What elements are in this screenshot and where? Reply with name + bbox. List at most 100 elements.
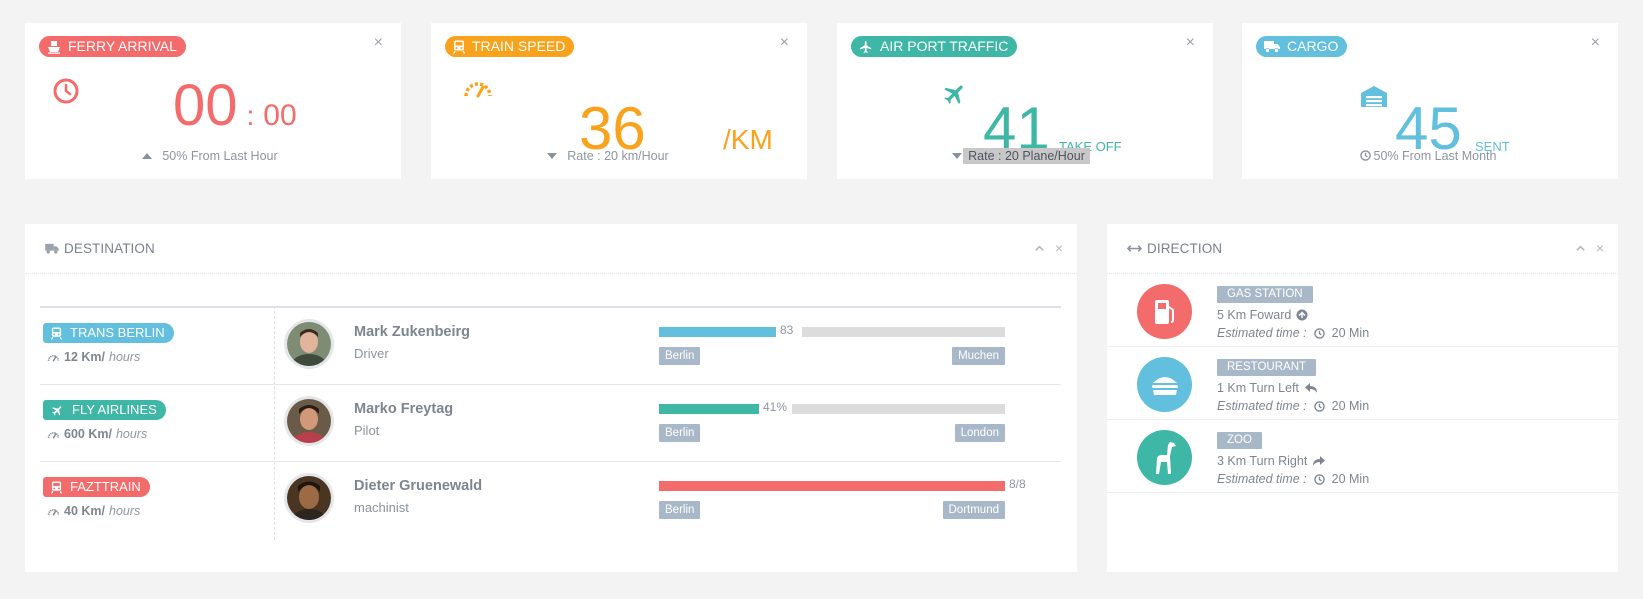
plane-icon <box>860 40 872 53</box>
table-row: TRANS BERLIN 12 Km/hours Mark Zukenbeirg Dr… <box>40 308 1061 385</box>
destination-title: DESTINATION <box>64 241 155 256</box>
direction-icon-circle <box>1137 357 1192 412</box>
estimated-time-label: Estimated time : <box>1217 326 1307 340</box>
air-footer: Rate : 20 Plane/Hour <box>837 148 1213 164</box>
avatar <box>284 473 334 523</box>
destination-badge: London <box>954 424 1005 442</box>
route-label: FLY AIRLINES <box>43 400 166 420</box>
person-role: Pilot <box>354 423 380 438</box>
panel-header: DIRECTION × <box>1107 224 1618 274</box>
arrow-down-icon <box>952 153 963 159</box>
close-button[interactable]: × <box>1055 241 1063 255</box>
direction-description: 5 Km Foward <box>1217 308 1308 322</box>
panel-controls: × <box>1034 241 1063 255</box>
ferry-hours: 00 <box>173 73 238 138</box>
train-icon <box>51 481 62 494</box>
panel-title: DIRECTION <box>1127 241 1222 256</box>
speedometer-icon <box>47 431 60 438</box>
route-label-text: FLY AIRLINES <box>72 402 157 417</box>
origin-badge: Berlin <box>659 347 701 365</box>
progress-bar-fill <box>659 327 776 337</box>
warehouse-icon <box>1361 86 1387 107</box>
speed-value: 12 Km/ <box>64 350 105 364</box>
direction-item: ZOO 3 Km Turn Right Estimated time : 20 Min <box>1107 420 1618 493</box>
progress-value: 8/8 <box>1009 477 1026 491</box>
clock-icon <box>1313 327 1325 339</box>
estimated-time-label: Estimated time : <box>1217 399 1307 413</box>
progress-value: 41% <box>763 400 788 414</box>
close-button[interactable]: × <box>780 35 789 51</box>
train-speed-label: TRAIN SPEED <box>472 38 566 54</box>
speed-value: 600 Km/ <box>64 427 112 441</box>
direction-item: RESTOURANT 1 Km Turn Left Estimated time :… <box>1107 347 1618 420</box>
air-traffic-label: AIR PORT TRAFFIC <box>880 38 1009 54</box>
ship-icon <box>48 40 60 54</box>
estimated-time: Estimated time : 20 Min <box>1217 399 1369 413</box>
estimated-time: Estimated time : 20 Min <box>1217 326 1369 340</box>
direction-panel: DIRECTION × GAS STATION 5 Km Foward Estima… <box>1107 224 1618 572</box>
destination-badge: Muchen <box>952 347 1005 365</box>
direction-description: 1 Km Turn Left <box>1217 381 1318 395</box>
truck-icon <box>1264 41 1280 53</box>
speed-unit: hours <box>115 427 148 441</box>
estimated-time: Estimated time : 20 Min <box>1217 472 1369 486</box>
clock-icon <box>1313 473 1325 485</box>
estimated-time-value: 20 Min <box>1331 326 1370 340</box>
train-speed-card: TRAIN SPEED × 36 /KM Rate : 20 km/Hour <box>431 23 807 179</box>
route-label: TRANS BERLIN <box>43 323 174 343</box>
air-traffic-card: AIR PORT TRAFFIC × 41 TAKE OFF Rate : 20… <box>837 23 1213 179</box>
direction-description: 3 Km Turn Right <box>1217 454 1326 468</box>
direction-icon-circle <box>1137 430 1192 485</box>
speed-readout: 600 Km/hours <box>47 427 147 441</box>
route-label-text: TRANS BERLIN <box>70 325 165 340</box>
close-button[interactable]: × <box>374 35 383 51</box>
progress-value: 83 <box>780 323 794 337</box>
cargo-card: CARGO × 45 SENT 50% From Last Month <box>1242 23 1618 179</box>
ferry-footer-text: 50% From Last Hour <box>162 149 278 163</box>
ferry-separator: : <box>246 100 255 131</box>
cargo-footer: 50% From Last Month <box>1242 149 1618 163</box>
direction-tag: ZOO <box>1217 432 1262 449</box>
speedometer-icon <box>47 354 60 361</box>
person-name: Marko Freytag <box>354 401 454 417</box>
ferry-footer: 50% From Last Hour <box>25 149 401 163</box>
panel-header: DESTINATION × <box>25 224 1077 274</box>
panel-title: DESTINATION <box>45 241 155 256</box>
ferry-arrival-pill: FERRY ARRIVAL <box>39 36 186 57</box>
plane-large-icon <box>944 85 963 104</box>
estimated-time-value: 20 Min <box>1331 472 1370 486</box>
direction-tag: GAS STATION <box>1217 286 1313 303</box>
ferry-minutes: 00 <box>263 99 297 132</box>
person-name: Dieter Gruenewald <box>354 478 483 494</box>
progress-bar-fill <box>659 481 1005 491</box>
ferry-arrival-card: FERRY ARRIVAL × 00 : 00 50% From Last Ho… <box>25 23 401 179</box>
collapse-icon[interactable] <box>1034 243 1045 254</box>
train-icon <box>453 40 465 54</box>
close-button[interactable]: × <box>1596 241 1604 255</box>
table-row: FAZTTRAIN 40 Km/hours Dieter Gruenewald mac… <box>40 462 1061 539</box>
direction-tag: RESTOURANT <box>1217 359 1317 376</box>
estimated-time-value: 20 Min <box>1331 399 1370 413</box>
speedometer-icon <box>464 82 492 98</box>
close-button[interactable]: × <box>1591 35 1600 51</box>
person-name: Mark Zukenbeirg <box>354 324 471 340</box>
air-footer-text: Rate : 20 Plane/Hour <box>963 148 1090 164</box>
estimated-time-label: Estimated time : <box>1217 472 1307 486</box>
collapse-icon[interactable] <box>1575 243 1586 254</box>
speedometer-icon <box>47 508 60 515</box>
person-role: Driver <box>354 346 389 361</box>
cargo-pill: CARGO <box>1256 36 1348 57</box>
progress-bar-track <box>802 327 1005 337</box>
train-footer: Rate : 20 km/Hour <box>431 149 807 163</box>
ferry-arrival-label: FERRY ARRIVAL <box>68 38 177 54</box>
origin-badge: Berlin <box>659 501 701 519</box>
speed-unit: hours <box>109 350 141 364</box>
clock-icon <box>1313 400 1325 412</box>
destination-badge: Dortmund <box>942 501 1005 519</box>
cargo-label: CARGO <box>1287 38 1339 54</box>
close-button[interactable]: × <box>1186 35 1195 51</box>
direction-description-text: 5 Km Foward <box>1217 308 1292 322</box>
turn-left-icon <box>1304 383 1317 393</box>
direction-title: DIRECTION <box>1147 241 1223 256</box>
person-role: machinist <box>354 500 409 515</box>
